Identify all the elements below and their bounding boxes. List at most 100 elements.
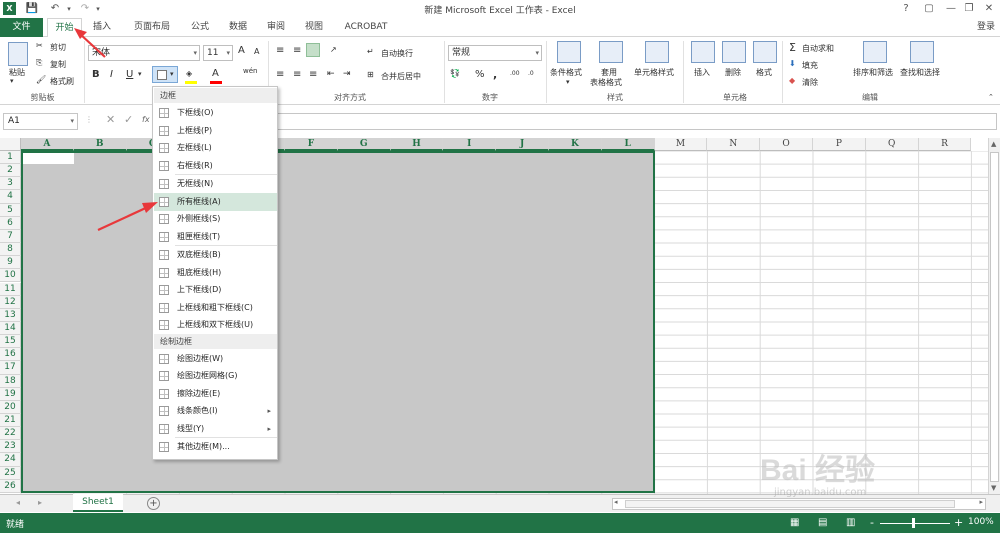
selected-range[interactable] <box>21 151 655 493</box>
tab-review[interactable]: 审阅 <box>260 18 292 37</box>
font-color-button[interactable]: A <box>212 68 219 79</box>
border-menu-item[interactable]: 下框线(O) <box>154 104 277 122</box>
shrink-font-button[interactable]: A <box>254 47 259 56</box>
tab-file[interactable]: 文件 <box>0 18 43 37</box>
border-menu-item[interactable]: 双底框线(B) <box>154 246 277 264</box>
border-menu-item[interactable]: 上框线(P) <box>154 122 277 140</box>
scroll-left-icon[interactable]: ◂ <box>614 498 618 506</box>
underline-button[interactable]: U <box>126 69 133 80</box>
border-menu-item[interactable]: 上框线和双下框线(U) <box>154 316 277 334</box>
name-box-dropdown-icon[interactable]: ▾ <box>70 114 74 129</box>
bold-button[interactable]: B <box>92 69 100 80</box>
border-menu-item[interactable]: 线条颜色(I) ▸ <box>154 402 277 420</box>
column-header-r[interactable]: R <box>918 138 972 151</box>
merge-center-button[interactable]: 合并后居中 <box>381 71 421 82</box>
scroll-right-icon[interactable]: ▸ <box>979 498 983 506</box>
active-cell-a1[interactable] <box>23 153 74 164</box>
phonetic-button[interactable]: wén <box>243 67 257 75</box>
border-menu-item[interactable]: 绘图边框网格(G) <box>154 367 277 385</box>
comma-button[interactable]: , <box>493 68 497 81</box>
conditional-format-button[interactable]: 条件格式 <box>550 67 582 78</box>
clear-button[interactable]: 清除 <box>802 77 818 88</box>
delete-cells-button[interactable]: 删除 <box>725 67 741 78</box>
help-button[interactable]: ? <box>895 1 917 17</box>
border-menu-item[interactable]: 左框线(L) <box>154 139 277 157</box>
cut-button[interactable]: 剪切 <box>50 42 66 53</box>
scroll-down-icon[interactable]: ▼ <box>991 484 996 492</box>
increase-decimal-icon[interactable]: .00 <box>510 70 520 77</box>
column-header-i[interactable]: I <box>443 138 497 151</box>
maximize-button[interactable]: ❐ <box>958 1 980 17</box>
font-name-select[interactable]: 宋体 ▾ <box>88 45 200 61</box>
border-menu-item[interactable]: 所有框线(A) <box>154 192 277 211</box>
formula-input[interactable] <box>155 113 997 130</box>
tab-page-layout[interactable]: 页面布局 <box>126 18 178 37</box>
close-button[interactable]: ✕ <box>978 1 1000 17</box>
horizontal-scrollbar[interactable]: ◂ ▸ <box>612 498 986 510</box>
tab-insert[interactable]: 插入 <box>86 18 118 37</box>
format-cells-button[interactable]: 格式 <box>756 67 772 78</box>
column-header-q[interactable]: Q <box>865 138 919 151</box>
wrap-text-button[interactable]: 自动换行 <box>381 48 413 59</box>
zoom-slider-thumb[interactable] <box>912 518 915 528</box>
align-center-icon[interactable]: ≡ <box>293 69 301 80</box>
column-header-j[interactable]: J <box>496 138 549 151</box>
underline-dropdown-icon[interactable]: ▾ <box>138 70 142 78</box>
border-menu-item[interactable]: 擦除边框(E) <box>154 385 277 403</box>
insert-function-button[interactable]: fx <box>142 115 150 124</box>
fill-button[interactable]: 填充 <box>802 60 818 71</box>
border-menu-item[interactable]: 上下框线(D) <box>154 281 277 299</box>
align-bottom-icon[interactable] <box>306 43 320 57</box>
column-header-l[interactable]: L <box>601 138 655 151</box>
conditional-format-dropdown-icon[interactable]: ▾ <box>566 78 570 86</box>
vertical-scrollbar[interactable]: ▲ ▼ <box>988 138 1000 494</box>
paste-icon[interactable] <box>8 42 28 66</box>
new-sheet-button[interactable]: + <box>147 497 160 510</box>
format-painter-button[interactable]: 格式刷 <box>50 76 74 87</box>
column-header-h[interactable]: H <box>390 138 444 151</box>
select-all-corner[interactable] <box>0 138 21 151</box>
border-menu-item[interactable]: 粗底框线(H) <box>154 264 277 282</box>
horizontal-scroll-thumb[interactable] <box>625 500 955 508</box>
tab-formulas[interactable]: 公式 <box>184 18 216 37</box>
percent-button[interactable]: % <box>475 69 485 80</box>
column-header-o[interactable]: O <box>760 138 813 151</box>
sheet-tab-sheet1[interactable]: Sheet1 <box>73 494 123 512</box>
decrease-decimal-icon[interactable]: .0 <box>528 70 534 77</box>
autosum-button[interactable]: 自动求和 <box>802 43 834 54</box>
collapse-ribbon-icon[interactable]: ⌃ <box>988 93 994 101</box>
scroll-up-icon[interactable]: ▲ <box>991 140 996 148</box>
column-header-b[interactable]: B <box>73 138 127 151</box>
paste-dropdown-icon[interactable]: ▾ <box>10 77 14 85</box>
orientation-icon[interactable]: ↗ <box>330 45 337 54</box>
copy-button[interactable]: 复制 <box>50 59 66 70</box>
borders-button[interactable]: ▾ <box>152 66 178 83</box>
column-header-m[interactable]: M <box>654 138 708 151</box>
name-box[interactable]: A1 ▾ <box>3 113 78 130</box>
tab-data[interactable]: 数据 <box>222 18 254 37</box>
border-menu-item[interactable]: 上框线和粗下框线(C) <box>154 299 277 317</box>
zoom-slider-track[interactable] <box>880 523 950 524</box>
font-size-select[interactable]: 11 ▾ <box>203 45 233 61</box>
align-middle-icon[interactable]: ≡ <box>293 45 301 56</box>
number-format-select[interactable]: 常规 ▾ <box>448 45 542 61</box>
zoom-in-button[interactable]: + <box>954 516 963 529</box>
column-header-g[interactable]: G <box>337 138 391 151</box>
italic-button[interactable]: I <box>110 69 113 80</box>
column-header-a[interactable]: A <box>21 138 74 151</box>
column-header-p[interactable]: P <box>813 138 866 151</box>
zoom-out-button[interactable]: - <box>870 516 874 529</box>
tab-view[interactable]: 视图 <box>298 18 330 37</box>
border-menu-item[interactable]: 绘图边框(W) <box>154 350 277 368</box>
confirm-entry-icon[interactable]: ✓ <box>124 113 133 126</box>
find-select-button[interactable]: 查找和选择 <box>900 67 940 78</box>
border-menu-item[interactable]: 外侧框线(S) <box>154 210 277 228</box>
zoom-level[interactable]: 100% <box>968 517 994 527</box>
tab-home[interactable]: 开始 <box>47 18 82 38</box>
normal-view-icon[interactable]: ▦ <box>790 517 799 528</box>
border-menu-item[interactable]: 无框线(N) <box>154 175 277 193</box>
login-link[interactable]: 登录 <box>972 18 1000 37</box>
border-menu-item[interactable]: 右框线(R) <box>154 157 277 175</box>
align-right-icon[interactable]: ≡ <box>309 69 317 80</box>
border-menu-item[interactable]: 粗匣框线(T) <box>154 228 277 246</box>
